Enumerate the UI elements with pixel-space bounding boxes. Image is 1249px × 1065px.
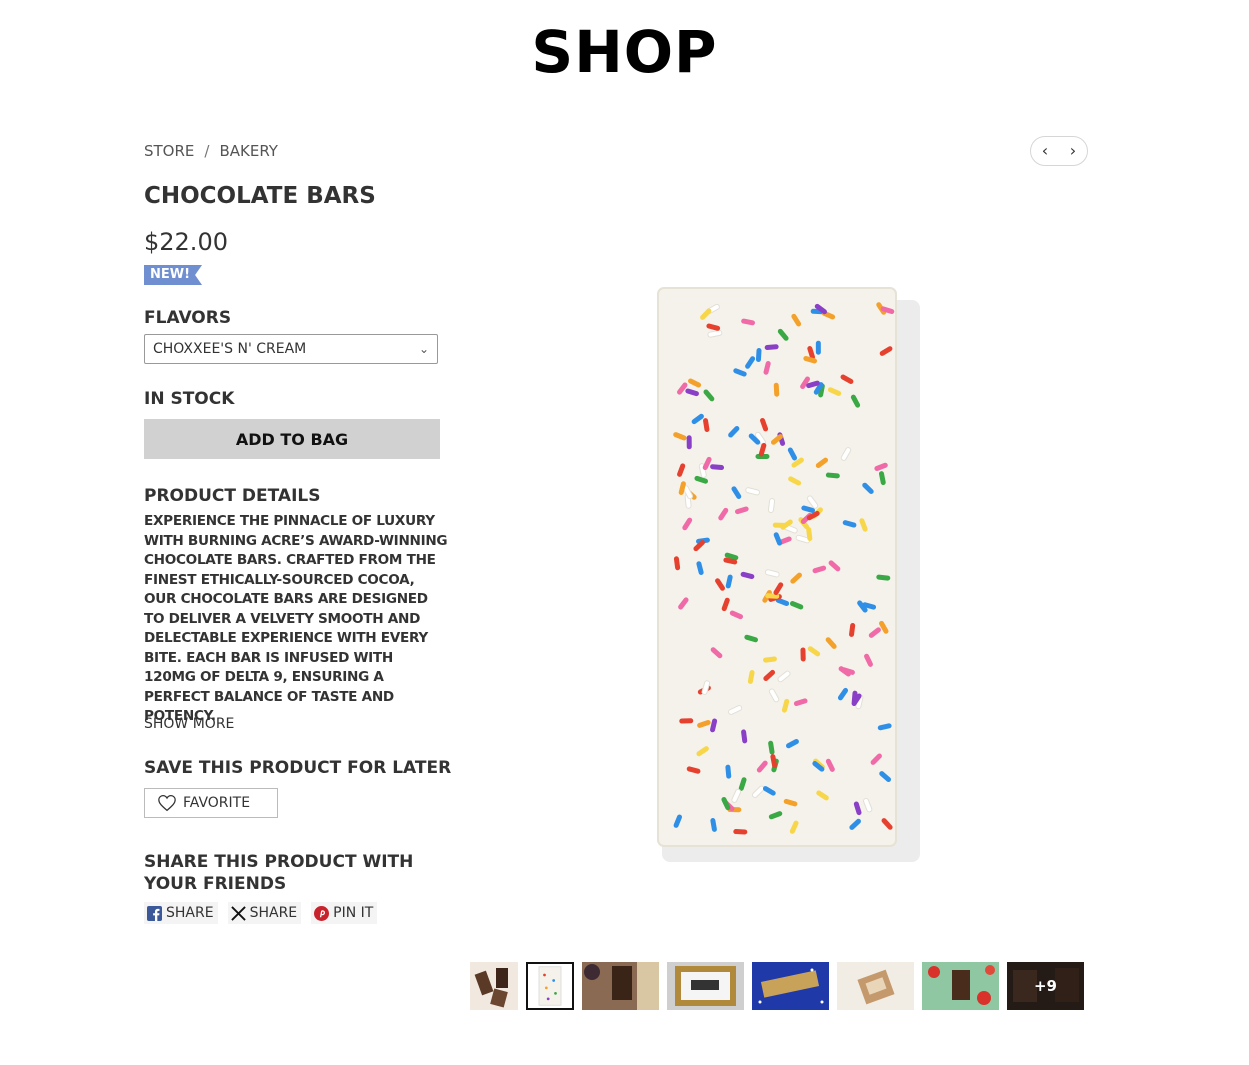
thumbnail-strip: +9 <box>470 962 1084 1010</box>
pinterest-icon <box>314 905 330 921</box>
share-label: SHARE THIS PRODUCT WITH YOUR FRIENDS <box>144 852 414 894</box>
new-badge: NEW! <box>144 265 203 285</box>
sprinkle <box>767 498 776 513</box>
thumbnail-7[interactable] <box>922 962 999 1010</box>
page-title: SHOP <box>531 18 718 86</box>
product-pager: ‹ › <box>1030 136 1088 166</box>
save-for-later-label: SAVE THIS PRODUCT FOR LATER <box>144 758 452 778</box>
sprinkle <box>773 382 780 397</box>
facebook-share-button[interactable]: SHARE <box>144 902 218 924</box>
show-more-link[interactable]: SHOW MORE <box>144 716 234 732</box>
chevron-left-icon[interactable]: ‹ <box>1042 143 1048 159</box>
thumbnail-6[interactable] <box>837 962 914 1010</box>
thumbnail-1[interactable] <box>470 962 518 1010</box>
pinterest-share-button[interactable]: PIN IT <box>311 902 378 924</box>
sprinkle <box>679 718 694 724</box>
add-to-bag-button[interactable]: ADD TO BAG <box>144 419 440 459</box>
pinterest-share-label: PIN IT <box>333 905 374 921</box>
breadcrumb-store[interactable]: STORE <box>144 142 194 160</box>
x-share-button[interactable]: SHARE <box>227 902 302 924</box>
flavor-select[interactable]: CHOXXEE'S N' CREAM ⌄ <box>144 334 438 364</box>
thumbnail-8[interactable]: +9 <box>1007 962 1084 1010</box>
product-price: $22.00 <box>144 228 228 256</box>
sprinkle <box>733 829 748 835</box>
chevron-right-icon[interactable]: › <box>1070 143 1076 159</box>
sprinkle <box>815 340 821 355</box>
thumbnail-5[interactable] <box>752 962 829 1010</box>
product-details-label: PRODUCT DETAILS <box>144 486 321 506</box>
x-share-label: SHARE <box>249 905 298 921</box>
breadcrumb: STORE / BAKERY <box>144 142 278 160</box>
product-details-text: EXPERIENCE THE PINNACLE OF LUXURY WITH B… <box>144 513 448 724</box>
more-thumbnails-count: +9 <box>1007 962 1084 1010</box>
flavor-selected-value: CHOXXEE'S N' CREAM <box>153 341 307 357</box>
facebook-share-label: SHARE <box>166 905 214 921</box>
favorite-label: FAVORITE <box>183 795 251 811</box>
thumbnail-3[interactable] <box>582 962 659 1010</box>
heart-icon <box>158 795 176 812</box>
sprinkle <box>686 435 692 450</box>
flavors-label: FLAVORS <box>144 308 232 328</box>
share-buttons: SHARE SHARE PIN IT <box>144 902 378 924</box>
product-title: CHOCOLATE BARS <box>144 183 376 209</box>
sprinkle <box>755 347 762 362</box>
breadcrumb-separator: / <box>204 142 210 160</box>
thumbnail-4[interactable] <box>667 962 744 1010</box>
facebook-icon <box>147 905 162 921</box>
breadcrumb-bakery[interactable]: BAKERY <box>219 142 278 160</box>
thumbnail-2-selected[interactable] <box>526 962 574 1010</box>
chevron-down-icon: ⌄ <box>418 342 429 356</box>
sprinkle <box>800 647 806 662</box>
stock-status: IN STOCK <box>144 389 235 409</box>
product-image <box>657 287 920 862</box>
x-icon <box>230 905 246 921</box>
favorite-button[interactable]: FAVORITE <box>144 788 278 818</box>
